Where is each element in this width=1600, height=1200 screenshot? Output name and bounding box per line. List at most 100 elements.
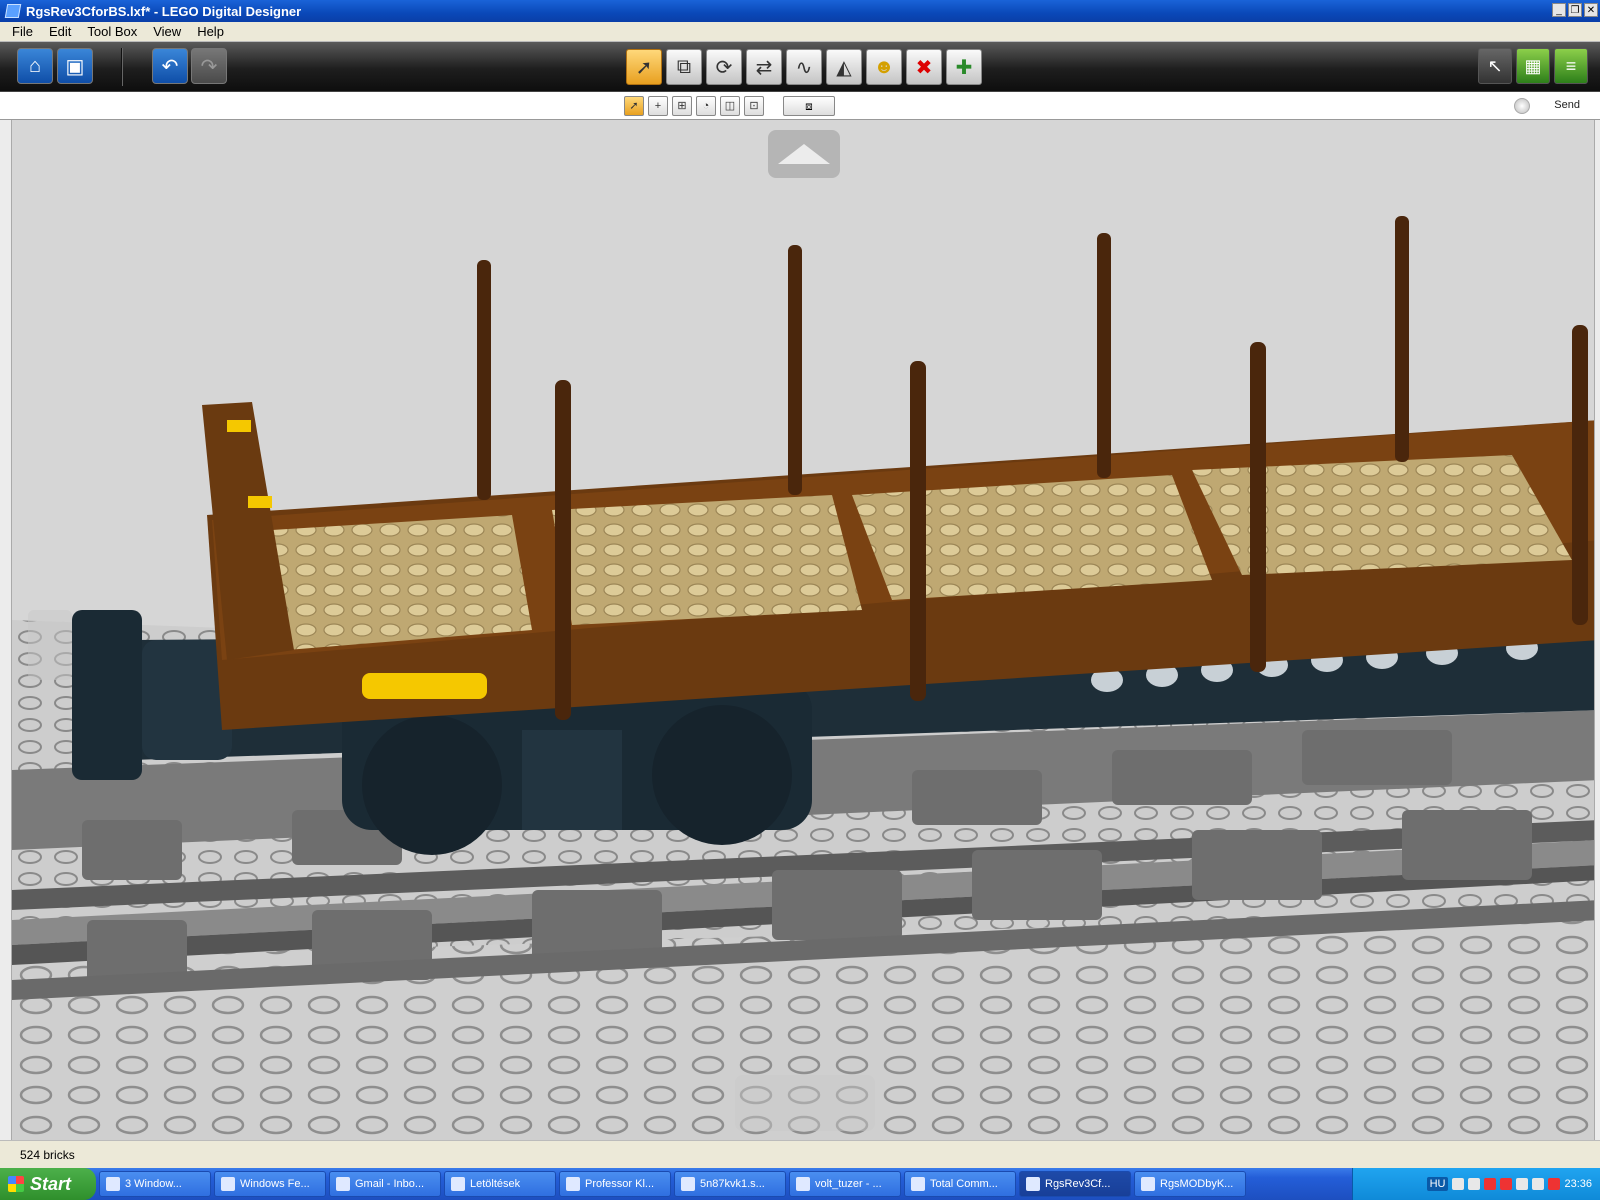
- clock: 23:36: [1564, 1178, 1592, 1190]
- decorate-tool-icon: ✚: [955, 56, 973, 79]
- taskbar-item[interactable]: Total Comm...: [904, 1171, 1016, 1197]
- redo-button[interactable]: ↷: [191, 48, 227, 84]
- shape-select-button[interactable]: ◫: [720, 96, 740, 116]
- hide-tool-button[interactable]: ☻: [866, 49, 902, 85]
- hinge-tool-button[interactable]: ⟳: [706, 49, 742, 85]
- lego-model-scene: [12, 120, 1600, 1140]
- document-icon: [1141, 1177, 1155, 1191]
- redo-icon: ↷: [200, 55, 218, 78]
- tan-plate-3: [852, 475, 1212, 600]
- taskbar-item-label: RgsMODbyK...: [1160, 1178, 1234, 1190]
- right-panel-toggle[interactable]: [1594, 120, 1600, 1140]
- volume-icon[interactable]: [1532, 1178, 1545, 1190]
- taskbar-item[interactable]: RgsMODbyK...: [1134, 1171, 1246, 1197]
- language-indicator[interactable]: HU: [1426, 1177, 1449, 1191]
- left-panel-toggle[interactable]: [0, 120, 12, 1140]
- opera-icon[interactable]: [1500, 1178, 1513, 1190]
- flex-tool-button[interactable]: ∿: [786, 49, 822, 85]
- menu-file[interactable]: File: [4, 24, 41, 39]
- window-icon: [221, 1177, 235, 1191]
- taskbar-item-label: volt_tuzer - ...: [815, 1178, 882, 1190]
- group-icon: ⧈: [805, 99, 813, 113]
- taskbar-item[interactable]: Windows Fe...: [214, 1171, 326, 1197]
- status-bar: 524 bricks: [0, 1140, 1600, 1168]
- paint-tool-button[interactable]: ◭: [826, 49, 862, 85]
- select-tool-icon: ➚: [635, 56, 653, 79]
- brick-icon: ▦: [1524, 55, 1542, 76]
- menu-toolbox[interactable]: Tool Box: [79, 24, 145, 39]
- multi-select-icon: +: [654, 100, 662, 112]
- taskbar-item[interactable]: 5n87kvk1.s...: [674, 1171, 786, 1197]
- close-button[interactable]: ✕: [1584, 3, 1598, 17]
- firefox-icon: [336, 1177, 350, 1191]
- main-toolbar: ⌂ ▣ ↶ ↷ ➚ ⧉ ⟳ ⇄ ∿ ◭ ☻ ✖ ✚ ↖ ▦ ≡: [0, 42, 1600, 92]
- delete-tool-icon: ✖: [915, 56, 933, 79]
- taskbar-item-label: 3 Window...: [125, 1178, 182, 1190]
- shape-select-icon: ◫: [724, 100, 736, 112]
- keyboard-icon[interactable]: [1452, 1178, 1465, 1190]
- clone-tool-button[interactable]: ⧉: [666, 49, 702, 85]
- building-guide-button[interactable]: ≡: [1554, 48, 1588, 84]
- taskbar-item-label: 5n87kvk1.s...: [700, 1178, 765, 1190]
- cursor-icon: ↖: [1487, 55, 1503, 76]
- home-button[interactable]: ⌂: [17, 48, 53, 84]
- undo-icon: ↶: [161, 55, 179, 78]
- save-button[interactable]: ▣: [57, 48, 93, 84]
- menu-bar: File Edit Tool Box View Help: [0, 22, 1600, 42]
- globe-icon: [1514, 98, 1530, 114]
- menu-help[interactable]: Help: [189, 24, 232, 39]
- build-mode-button[interactable]: ▦: [1516, 48, 1550, 84]
- camera-tilt-up-control[interactable]: [768, 130, 840, 178]
- taskbar-item-active[interactable]: RgsRev3Cf...: [1019, 1171, 1131, 1197]
- network-icon[interactable]: [1516, 1178, 1529, 1190]
- connected-select-button[interactable]: ⊞: [672, 96, 692, 116]
- start-button[interactable]: Start: [0, 1168, 96, 1200]
- taskbar-item[interactable]: volt_tuzer - ...: [789, 1171, 901, 1197]
- group-button[interactable]: ⧈: [783, 96, 835, 116]
- lego-icon: [1026, 1177, 1040, 1191]
- app-icon: [4, 4, 22, 18]
- help-icon[interactable]: [1468, 1178, 1481, 1190]
- single-select-button[interactable]: ➚: [624, 96, 644, 116]
- taskbar: Start 3 Window... Windows Fe... Gmail - …: [0, 1168, 1600, 1200]
- hinge-align-tool-button[interactable]: ⇄: [746, 49, 782, 85]
- menu-edit[interactable]: Edit: [41, 24, 79, 39]
- total-commander-icon: [911, 1177, 925, 1191]
- view-mode-button[interactable]: ↖: [1478, 48, 1512, 84]
- select-tool-button[interactable]: ➚: [626, 49, 662, 85]
- yellow-marker: [227, 420, 251, 432]
- send-button[interactable]: Send: [1554, 99, 1580, 111]
- taskbar-item-label: Windows Fe...: [240, 1178, 310, 1190]
- minimize-button[interactable]: _: [1552, 3, 1566, 17]
- taskbar-item-label: Professor Kl...: [585, 1178, 655, 1190]
- taskbar-item-label: Letöltések: [470, 1178, 521, 1190]
- windows-logo-icon: [8, 1176, 24, 1192]
- delete-tool-button[interactable]: ✖: [906, 49, 942, 85]
- taskbar-item[interactable]: Letöltések: [444, 1171, 556, 1197]
- taskbar-item[interactable]: 3 Window...: [99, 1171, 211, 1197]
- menu-view[interactable]: View: [145, 24, 189, 39]
- hide-tool-icon: ☻: [873, 55, 895, 78]
- restore-button[interactable]: ❐: [1568, 3, 1582, 17]
- arrow-icon[interactable]: [1548, 1178, 1561, 1190]
- taskbar-item[interactable]: Gmail - Inbo...: [329, 1171, 441, 1197]
- taskbar-item-label: RgsRev3Cf...: [1045, 1178, 1111, 1190]
- folder-icon: [106, 1177, 120, 1191]
- taskbar-item-label: Total Comm...: [930, 1178, 998, 1190]
- sub-toolbar: ➚ + ⊞ ◔ ◫ ⊡ ⧈ Send: [0, 92, 1600, 120]
- lego-digital-designer-window: RgsRev3CforBS.lxf* - LEGO Digital Design…: [0, 0, 1600, 1200]
- taskbar-item[interactable]: Professor Kl...: [559, 1171, 671, 1197]
- camera-tilt-down-control[interactable]: [735, 1075, 875, 1131]
- 3d-viewport[interactable]: [0, 120, 1600, 1140]
- tan-plate-4: [1192, 455, 1572, 575]
- flex-tool-icon: ∿: [795, 56, 813, 79]
- decorate-tool-button[interactable]: ✚: [946, 49, 982, 85]
- multi-select-button[interactable]: +: [648, 96, 668, 116]
- undo-button[interactable]: ↶: [152, 48, 188, 84]
- title-bar[interactable]: RgsRev3CforBS.lxf* - LEGO Digital Design…: [0, 0, 1600, 22]
- ati-icon[interactable]: [1484, 1178, 1497, 1190]
- camera-rotate-left-control[interactable]: [28, 610, 72, 680]
- color-select-button[interactable]: ◔: [696, 96, 716, 116]
- app-icon: [566, 1177, 580, 1191]
- invert-select-button[interactable]: ⊡: [744, 96, 764, 116]
